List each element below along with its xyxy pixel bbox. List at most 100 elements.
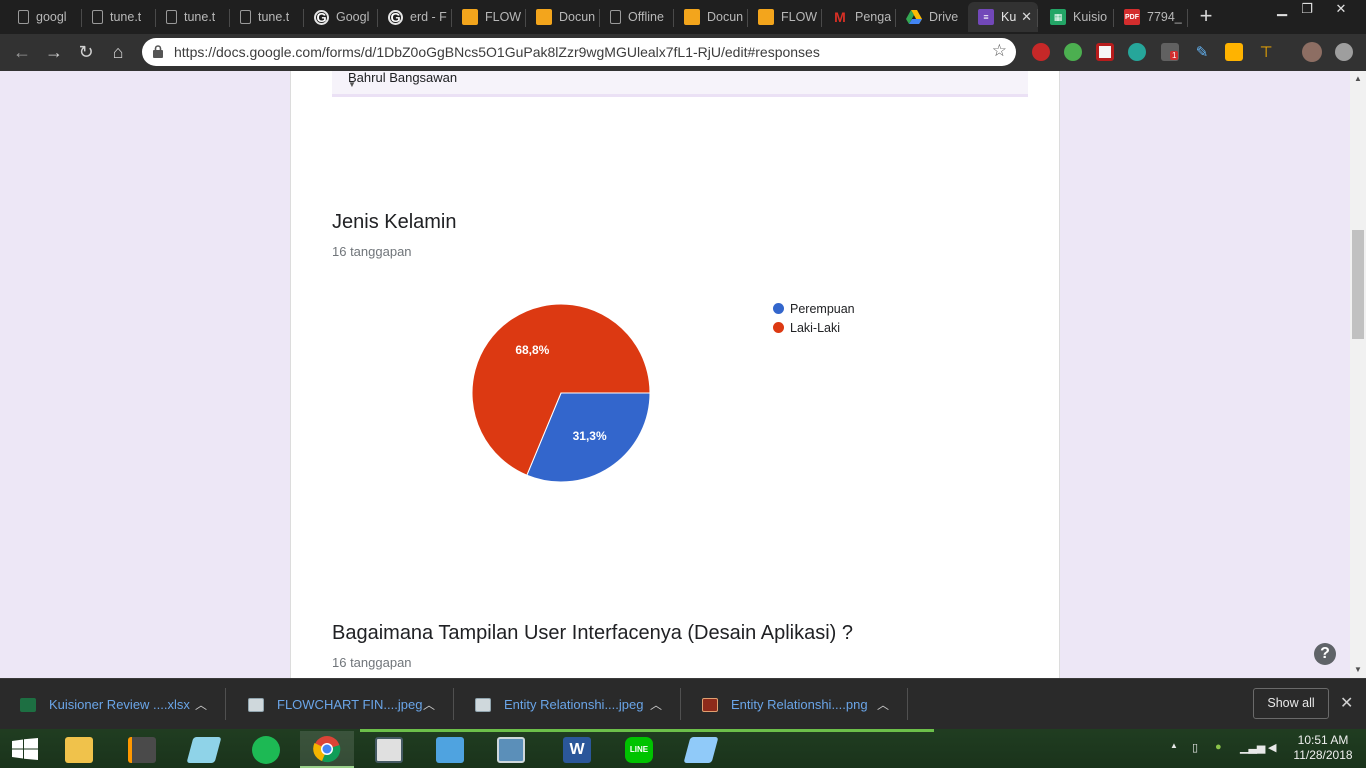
file-explorer-icon[interactable]	[52, 731, 106, 768]
browser-tab[interactable]: Drive	[896, 2, 970, 32]
app-window-icon[interactable]	[362, 731, 416, 768]
notepad-icon[interactable]	[177, 731, 231, 768]
sublime-text-icon[interactable]	[115, 731, 169, 768]
extension-icon[interactable]	[1225, 43, 1243, 61]
extension-icon[interactable]	[1064, 43, 1082, 61]
back-icon[interactable]: ←	[10, 40, 34, 64]
browser-tab[interactable]: Docun	[526, 2, 600, 32]
browser-tab[interactable]: Docun	[674, 2, 748, 32]
drawio-icon	[758, 9, 774, 25]
window-close-button[interactable]: ✕	[1326, 0, 1356, 20]
restore-button[interactable]: ❐	[1292, 0, 1322, 20]
drawio-icon	[684, 9, 700, 25]
app-icon[interactable]	[674, 731, 728, 768]
download-item[interactable]: Kuisioner Review ....xlsx ︿	[0, 679, 226, 730]
scroll-down-arrow-icon[interactable]: ▼	[348, 80, 1024, 89]
chrome-icon[interactable]	[300, 731, 354, 768]
menu-icon[interactable]	[1335, 43, 1353, 61]
response-count: 16 tanggapan	[332, 244, 412, 259]
chart-legend: Perempuan Laki-Laki	[773, 299, 855, 337]
bookmark-star-icon[interactable]: ☆	[992, 41, 1007, 61]
browser-tab[interactable]: FLOW	[748, 2, 822, 32]
pie-value-label: 68,8%	[515, 343, 549, 357]
home-icon[interactable]: ⌂	[106, 40, 130, 64]
browser-tab[interactable]: M Penga	[822, 2, 896, 32]
word-icon[interactable]: W	[550, 731, 604, 768]
chevron-up-icon[interactable]: ︿	[423, 696, 435, 713]
new-tab-button[interactable]: +	[1195, 5, 1217, 28]
browser-tab[interactable]: PDF 7794_	[1114, 2, 1188, 32]
browser-tab[interactable]: FLOW	[452, 2, 526, 32]
scroll-down-arrow-icon[interactable]: ▼	[1354, 665, 1362, 674]
address-bar[interactable]: https://docs.google.com/forms/d/1DbZ0oGg…	[142, 38, 1016, 66]
page-scrollbar[interactable]: ▲ ▼	[1350, 71, 1366, 678]
shield-extension-icon[interactable]: 1	[1161, 43, 1179, 61]
forms-icon: ≡	[978, 9, 994, 25]
windows-taskbar: W LINE ▲ ▯ ● ▁▃▅ ◀ 10:51 AM 11/28/2018	[0, 729, 1366, 768]
device-icon[interactable]: ▯	[1192, 741, 1198, 754]
previous-response-list[interactable]: Bahrul Bangsawan ▼	[332, 71, 1028, 97]
download-shelf: Kuisioner Review ....xlsx ︿ FLOWCHART FI…	[0, 678, 1366, 729]
extension-icon[interactable]	[1032, 43, 1050, 61]
reload-icon[interactable]: ↻	[74, 40, 98, 64]
browser-tab-active[interactable]: ≡ Ku ✕	[968, 2, 1038, 32]
extension-icon[interactable]	[1128, 43, 1146, 61]
close-shelf-icon[interactable]: ✕	[1340, 693, 1353, 713]
download-filename: Entity Relationshi....png	[731, 697, 868, 712]
extension-icon[interactable]	[1096, 43, 1114, 61]
drawio-icon	[536, 9, 552, 25]
image-icon	[475, 697, 491, 712]
download-item[interactable]: FLOWCHART FIN....jpeg ︿	[228, 679, 454, 730]
download-item[interactable]: Entity Relationshi....jpeg ︿	[455, 679, 681, 730]
browser-tab[interactable]: googl	[8, 2, 82, 32]
browser-tab[interactable]: Gerd - F	[378, 2, 452, 32]
scrollbar-thumb[interactable]	[1352, 230, 1364, 339]
browser-tab[interactable]: ▦ Kuisio	[1040, 2, 1114, 32]
chevron-up-icon[interactable]: ︿	[195, 696, 207, 713]
windows-start-icon[interactable]	[12, 738, 38, 760]
pdf-icon: PDF	[1124, 9, 1140, 25]
extension-icon[interactable]: ⊤	[1257, 43, 1275, 61]
chevron-up-icon[interactable]: ︿	[877, 696, 889, 713]
response-summary-card: Bahrul Bangsawan ▼ Jenis Kelamin 16 tang…	[290, 71, 1060, 678]
drawio-icon	[462, 9, 478, 25]
spotify-icon[interactable]	[239, 731, 293, 768]
doc-icon	[610, 10, 621, 24]
legend-label: Perempuan	[790, 301, 855, 316]
download-filename: Kuisioner Review ....xlsx	[49, 697, 190, 712]
browser-tab[interactable]: G Googl	[304, 2, 378, 32]
lock-icon	[153, 45, 163, 58]
scroll-up-arrow-icon[interactable]: ▲	[1354, 74, 1362, 83]
volume-icon[interactable]: ◀	[1268, 741, 1276, 754]
page-viewport: Bahrul Bangsawan ▼ Jenis Kelamin 16 tang…	[0, 71, 1350, 678]
download-filename: Entity Relationshi....jpeg	[504, 697, 644, 712]
pen-extension-icon[interactable]: ✎	[1193, 43, 1211, 61]
system-clock[interactable]: 10:51 AM 11/28/2018	[1290, 733, 1356, 763]
close-tab-icon[interactable]: ✕	[1021, 9, 1032, 25]
help-button[interactable]: ?	[1314, 643, 1336, 665]
browser-tab[interactable]: tune.t	[156, 2, 230, 32]
download-item[interactable]: Entity Relationshi....png ︿	[682, 679, 908, 730]
browser-tab[interactable]: Offline	[600, 2, 674, 32]
google-icon: G	[314, 9, 329, 25]
legend-swatch-perempuan	[773, 303, 784, 314]
response-count: 16 tanggapan	[332, 655, 412, 670]
clock-date: 11/28/2018	[1293, 748, 1353, 762]
chevron-up-icon[interactable]: ︿	[650, 696, 662, 713]
forward-icon[interactable]: →	[42, 40, 66, 64]
url-text: https://docs.google.com/forms/d/1DbZ0oGg…	[174, 44, 820, 60]
show-all-button[interactable]: Show all	[1253, 688, 1329, 719]
photos-icon[interactable]	[484, 731, 538, 768]
extension-badge: 1	[1170, 51, 1179, 60]
gmail-icon: M	[834, 9, 846, 25]
line-icon[interactable]: LINE	[612, 731, 666, 768]
browser-tab[interactable]: tune.t	[82, 2, 156, 32]
browser-tab[interactable]: tune.t	[230, 2, 304, 32]
tray-expand-icon[interactable]: ▲	[1170, 741, 1178, 750]
profile-avatar[interactable]	[1302, 42, 1322, 62]
sheets-icon: ▦	[1050, 9, 1066, 25]
network-app-icon[interactable]: ●	[1215, 741, 1222, 753]
browser-toolbar: ← → ↻ ⌂ https://docs.google.com/forms/d/…	[0, 34, 1366, 71]
control-panel-icon[interactable]	[423, 731, 477, 768]
wifi-icon[interactable]: ▁▃▅	[1240, 741, 1265, 754]
